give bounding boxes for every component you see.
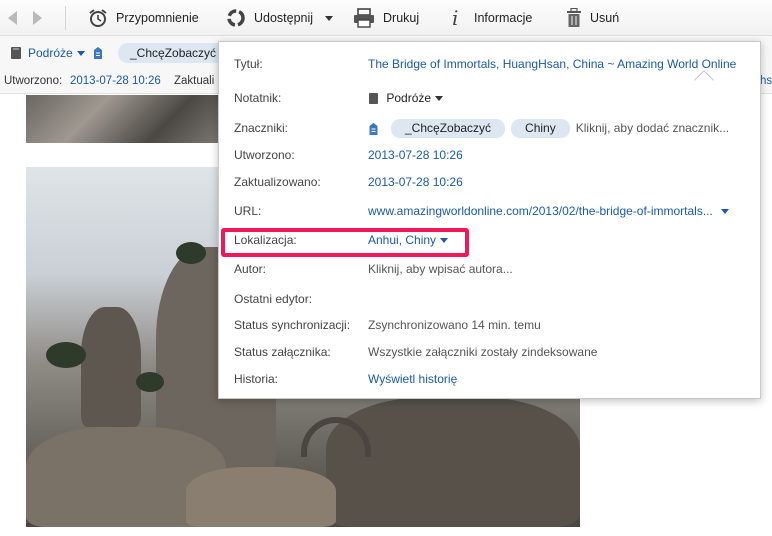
notebook-selector-label: Podróże: [28, 46, 73, 60]
created-value[interactable]: 2013-07-28 10:26: [368, 142, 463, 169]
rock-formation: [81, 307, 141, 427]
tag-chip[interactable]: Chiny: [511, 119, 570, 138]
view-history-link[interactable]: Wyświetl historię: [368, 366, 457, 393]
chevron-down-icon: [76, 51, 85, 57]
info-label: Informacje: [474, 11, 533, 25]
share-icon: [227, 9, 245, 27]
notebook-label: Notatnik:: [234, 91, 282, 105]
info-row-created: Utworzono: 2013-07-28 10:26: [219, 142, 762, 169]
info-row-notebook: Notatnik: Podróże: [219, 85, 762, 112]
delete-button[interactable]: Usuń: [566, 0, 619, 36]
title-value[interactable]: The Bridge of Immortals, HuangHsan, Chin…: [368, 51, 736, 78]
history-label: Historia:: [234, 372, 279, 386]
title-label: Tytuł:: [234, 57, 263, 71]
location-highlight-box: [221, 228, 469, 257]
last-editor-label: Ostatni edytor:: [234, 292, 313, 306]
notebook-dropdown[interactable]: Podróże: [368, 85, 444, 112]
notebook-icon: [11, 47, 21, 59]
notebook-selector[interactable]: Podróże: [28, 46, 85, 60]
tags-container: _ChcęZobaczyć Chiny Kliknij, aby dodać zna…: [368, 115, 729, 142]
toolbar: Przypomnienie Udostępnij Drukuj i Inform…: [0, 0, 772, 36]
notebook-value: Podróże: [386, 91, 432, 105]
add-tag-input[interactable]: Kliknij, aby dodać znacznik...: [576, 121, 729, 135]
updated-value[interactable]: 2013-07-28 10:26: [368, 169, 463, 196]
tag-icon: [94, 47, 102, 59]
chevron-down-icon: [435, 96, 444, 102]
notebook-icon: [369, 93, 378, 105]
alarm-clock-icon: [89, 9, 107, 27]
tag-chip[interactable]: _ChcęZobaczyć: [118, 43, 229, 63]
note-info-popup: Tytuł: The Bridge of Immortals, HuangHsa…: [218, 41, 761, 399]
share-label: Udostępnij: [254, 11, 314, 25]
info-icon: i: [452, 6, 459, 30]
sync-label: Status synchronizacji:: [234, 318, 351, 332]
toolbar-separator: [65, 6, 66, 30]
info-row-title: Tytuł: The Bridge of Immortals, HuangHsa…: [219, 51, 762, 78]
print-label: Drukuj: [383, 11, 420, 25]
author-label: Autor:: [234, 262, 267, 276]
print-button[interactable]: Drukuj: [353, 0, 419, 36]
forward-arrow-icon[interactable]: [33, 11, 42, 25]
info-row-author: Autor: Kliknij, aby wpisać autora...: [219, 256, 762, 283]
tree: [46, 342, 86, 368]
reminder-label: Przypomnienie: [116, 11, 199, 25]
chevron-down-icon[interactable]: [720, 209, 729, 215]
tree: [136, 372, 164, 392]
back-arrow-icon[interactable]: [8, 11, 17, 25]
tree: [176, 242, 206, 264]
note-image-top: [26, 95, 220, 143]
created-value[interactable]: 2013-07-28 10:26: [70, 75, 161, 87]
info-row-attachments: Status załącznika: Wszystkie załączniki …: [219, 339, 762, 366]
info-row-url: URL: www.amazingworldonline.com/2013/02/…: [219, 198, 762, 225]
trash-icon: [567, 8, 581, 27]
share-button[interactable]: Udostępnij: [226, 0, 334, 36]
info-button[interactable]: i Informacje: [452, 0, 532, 36]
created-label: Utworzono:: [4, 75, 63, 87]
updated-label: Zaktualizowano:: [234, 175, 321, 189]
updated-label: Zaktuali: [174, 75, 215, 87]
url-link[interactable]: www.amazingworldonline.com/2013/02/the-b…: [368, 198, 729, 225]
chevron-down-icon: [325, 15, 334, 21]
info-row-sync: Status synchronizacji: Zsynchronizowano …: [219, 312, 762, 339]
reminder-button[interactable]: Przypomnienie: [88, 0, 199, 36]
info-row-updated: Zaktualizowano: 2013-07-28 10:26: [219, 169, 762, 196]
tag-chip[interactable]: _ChcęZobaczyć: [391, 119, 506, 138]
info-row-last-editor: Ostatni edytor:: [219, 286, 762, 313]
url-label: URL:: [234, 204, 262, 218]
tags-label: Znaczniki:: [234, 121, 289, 135]
delete-label: Usuń: [590, 11, 620, 25]
sync-value: Zsynchronizowano 14 min. temu: [368, 318, 541, 332]
rock-formation: [186, 467, 336, 527]
attachments-label: Status załącznika:: [234, 345, 331, 359]
info-row-history: Historia: Wyświetl historię: [219, 366, 762, 393]
url-value: www.amazingworldonline.com/2013/02/the-b…: [368, 204, 713, 218]
attachments-value: Wszystkie załączniki zostały zindeksowan…: [368, 345, 598, 359]
info-row-tags: Znaczniki: _ChcęZobaczyć Chiny Kliknij, ab…: [219, 115, 762, 142]
author-input[interactable]: Kliknij, aby wpisać autora...: [368, 256, 513, 283]
created-label: Utworzono:: [234, 148, 295, 162]
tag-icon: [369, 122, 378, 135]
printer-icon: [354, 8, 374, 28]
rock-formation: [326, 397, 580, 527]
